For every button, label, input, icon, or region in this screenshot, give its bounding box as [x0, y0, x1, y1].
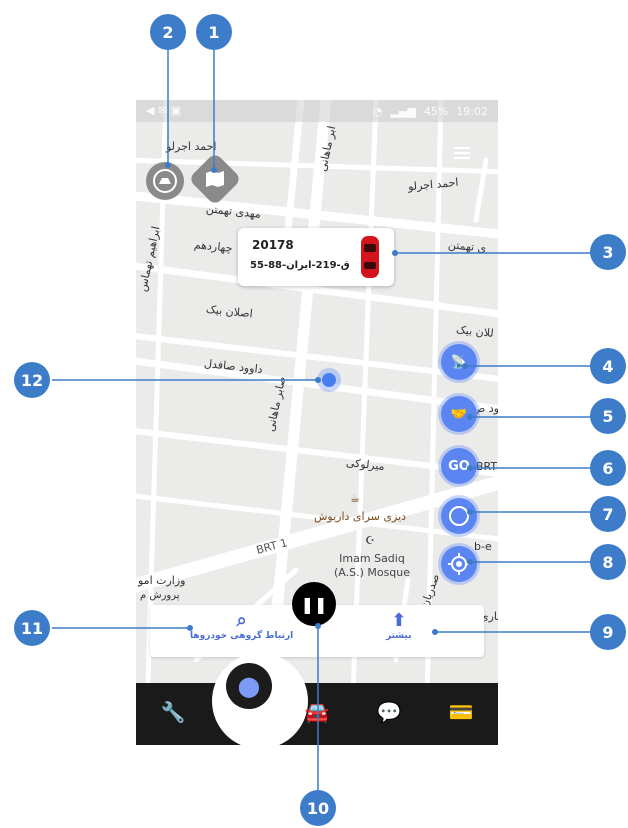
map-pin-icon: ⬤	[237, 674, 261, 698]
callout-10: 10	[300, 790, 336, 826]
battery-level: 45%	[423, 104, 449, 118]
card-icon: 💳	[448, 700, 474, 724]
more-button[interactable]: ⬆ بیشتر	[386, 610, 412, 642]
group-vehicles-icon[interactable]	[146, 162, 184, 200]
status-bar: ◀ ✉ ▣ ◔ ▂▄▆ 45% 19:02	[136, 100, 498, 122]
road-label: پرورش م	[140, 590, 180, 601]
nav-map-pin-button[interactable]: ⬤	[226, 663, 272, 709]
search-icon: ⌕	[236, 610, 247, 631]
wifi-icon: ◔	[372, 104, 383, 118]
poi-restaurant-label[interactable]: دیزی سرای داریوش	[314, 510, 406, 523]
hamburger-menu-icon[interactable]	[454, 147, 470, 159]
group-connection-button[interactable]: ⌕ ارتباط گروهی خودروها	[190, 610, 294, 642]
more-label: بیشتر	[386, 631, 412, 641]
callout-8: 8	[590, 544, 626, 580]
road-label: b-e	[474, 540, 492, 553]
red-car-icon	[361, 236, 379, 278]
my-location-button[interactable]	[441, 546, 477, 582]
target-icon	[449, 506, 469, 526]
handshake-button[interactable]: 🤝	[441, 396, 477, 432]
vehicle-info-card[interactable]: 20178 55-ق-219-ایران-88	[238, 228, 394, 286]
nav-card-button[interactable]: 💳	[446, 700, 476, 724]
callout-5: 5	[590, 398, 626, 434]
arrow-up-circle-icon: ⬆	[391, 610, 407, 631]
satellite-icon: 📡	[450, 354, 468, 370]
vehicle-plate: 55-ق-219-ایران-88	[250, 260, 350, 271]
callout-3: 3	[590, 234, 626, 270]
phone-screen: ◀ ✉ ▣ ◔ ▂▄▆ 45% 19:02 احمد اجرلو احمد اج…	[136, 100, 498, 745]
handshake-icon: 🤝	[450, 406, 468, 422]
nav-car-button[interactable]: 🚘	[302, 700, 332, 724]
map-icon	[206, 171, 224, 187]
go-button[interactable]: GO	[441, 448, 477, 484]
callout-6: 6	[590, 450, 626, 486]
car-group-icon	[153, 169, 177, 193]
callout-12: 12	[14, 362, 50, 398]
poi-mosque-label-1[interactable]: Imam Sadiq	[332, 552, 412, 565]
wrench-icon: 🔧	[160, 700, 186, 724]
road-label: BRT	[476, 460, 498, 473]
target-button[interactable]	[441, 498, 477, 534]
message-icon: 💬	[376, 700, 402, 724]
satellite-view-button[interactable]: 📡	[441, 344, 477, 380]
notification-icons: ◀ ✉ ▣	[146, 104, 182, 117]
nav-tools-button[interactable]: 🔧	[158, 700, 188, 724]
callout-1: 1	[196, 14, 232, 50]
signal-icon: ▂▄▆	[390, 104, 416, 118]
road-label: وزارت امو	[138, 574, 186, 587]
restaurant-icon: ☕	[350, 492, 360, 505]
callout-2: 2	[150, 14, 186, 50]
clock: 19:02	[456, 104, 488, 118]
callout-9: 9	[590, 614, 626, 650]
road-label: احمد اجرلو	[166, 140, 217, 153]
nav-messages-button[interactable]: 💬	[374, 700, 404, 724]
group-connection-label: ارتباط گروهی خودروها	[190, 631, 294, 641]
poi-mosque-label-2[interactable]: (A.S.) Mosque	[332, 566, 412, 579]
crosshair-icon	[448, 553, 470, 575]
vehicle-number: 20178	[252, 238, 294, 252]
callout-7: 7	[590, 496, 626, 532]
pause-button[interactable]: ❚❚	[292, 582, 336, 626]
go-label: GO	[448, 458, 470, 474]
callout-11: 11	[14, 610, 50, 646]
callout-4: 4	[590, 348, 626, 384]
car-icon: 🚘	[304, 700, 330, 724]
current-location-dot	[322, 373, 336, 387]
mosque-icon: ☪	[365, 534, 375, 547]
pause-icon: ❚❚	[300, 594, 328, 614]
